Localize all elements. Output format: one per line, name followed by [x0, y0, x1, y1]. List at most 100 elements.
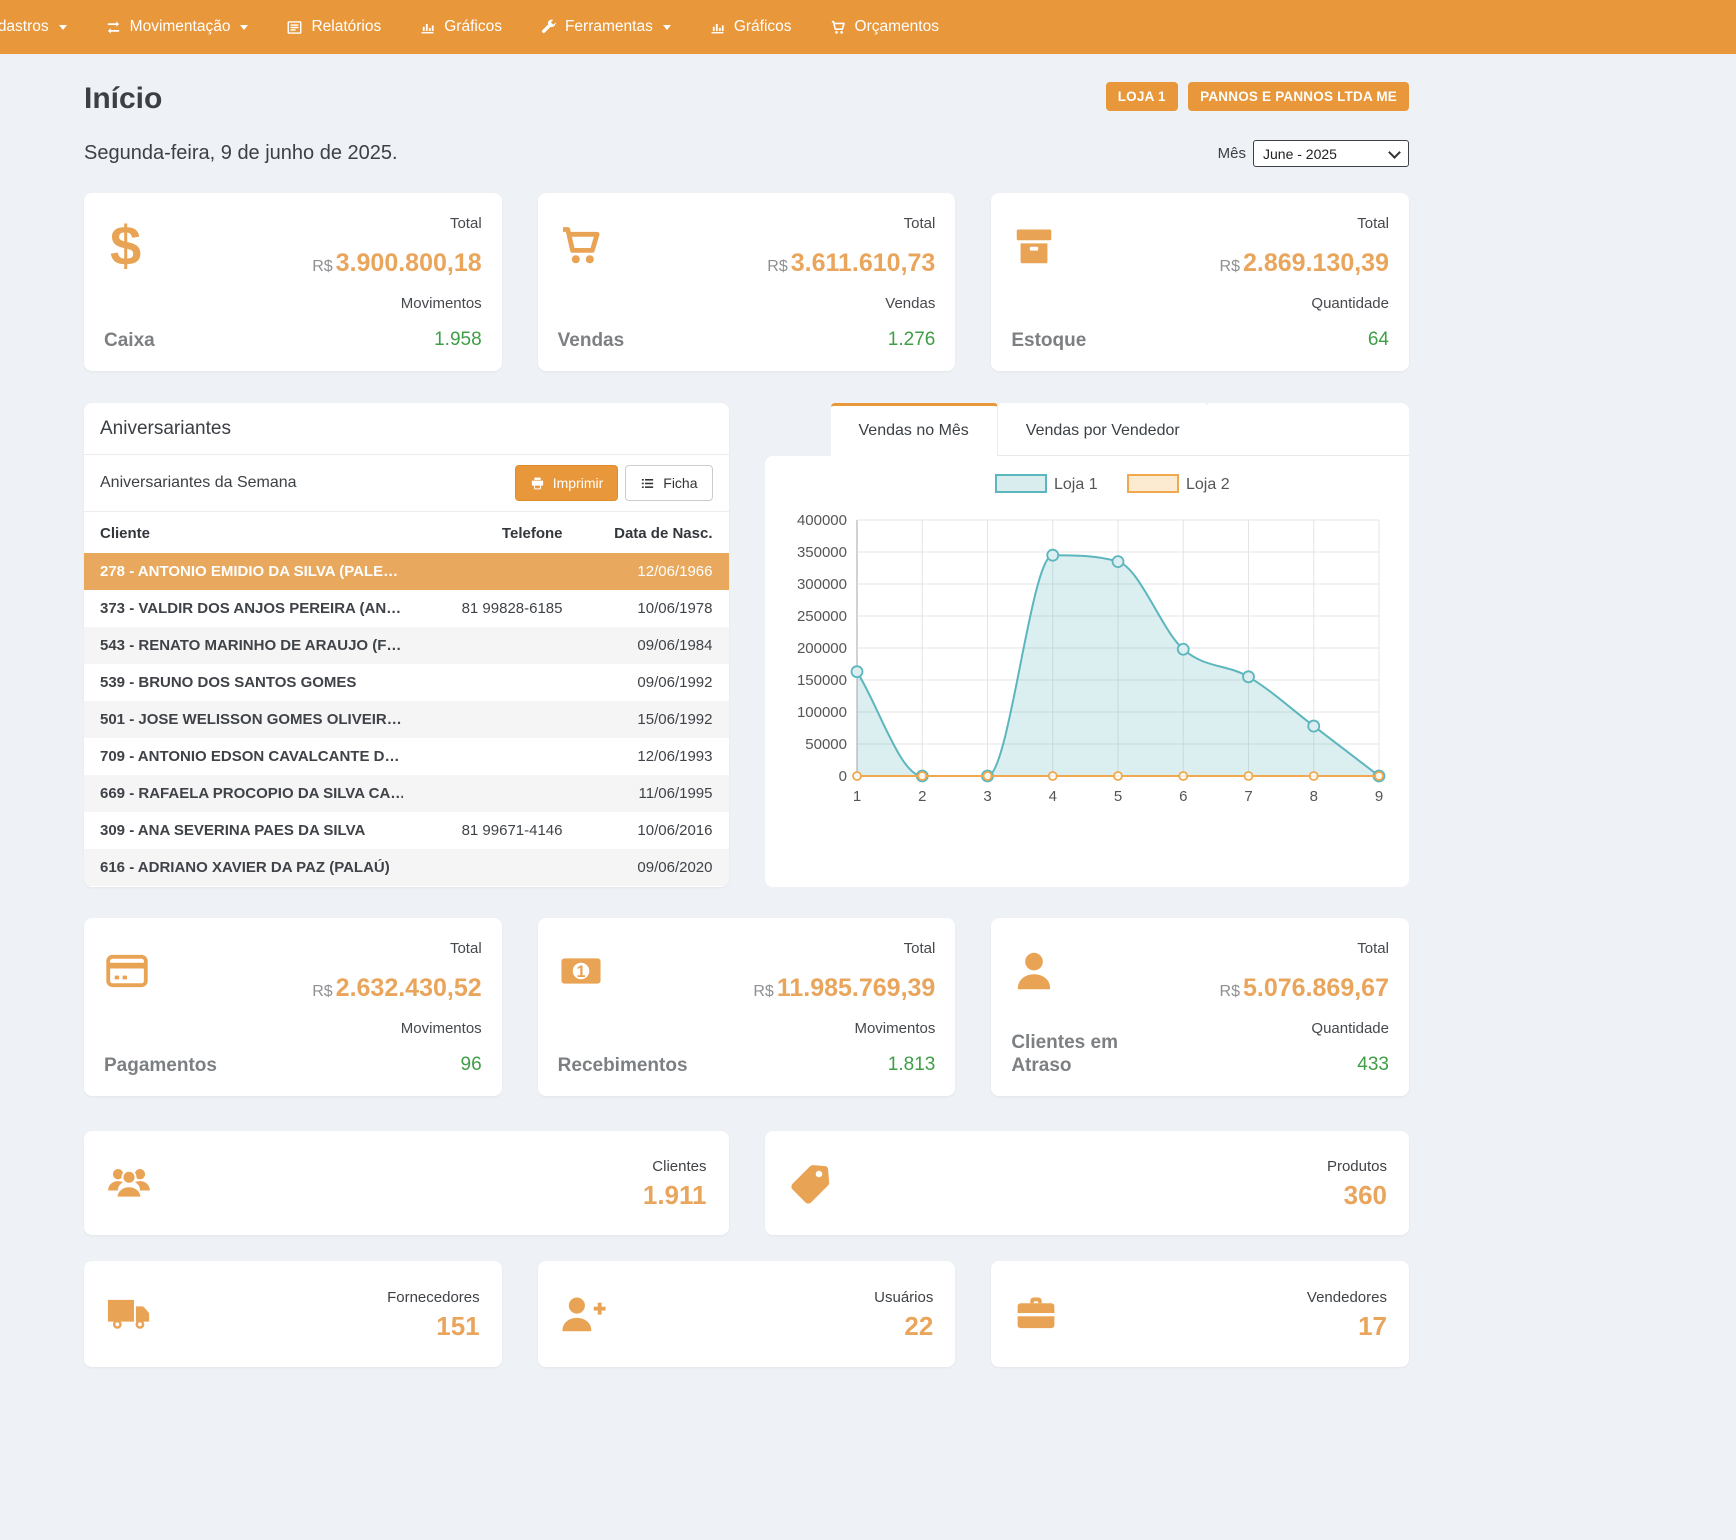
caret-down-icon: [240, 25, 248, 30]
cell-data-nasc: 11/06/1995: [563, 785, 713, 802]
briefcase-icon: [1013, 1291, 1059, 1337]
table-row[interactable]: 501 - JOSE WELISSON GOMES OLIVEIR…15/06/…: [84, 701, 729, 738]
table-row[interactable]: 543 - RENATO MARINHO DE ARAUJO (F…09/06/…: [84, 627, 729, 664]
fornecedores-label: Fornecedores: [387, 1289, 480, 1306]
usuarios-card: Usuários 22: [538, 1261, 956, 1367]
nav-item-relatorios[interactable]: Relatórios: [286, 18, 381, 36]
recebimentos-sub-value: 1.813: [753, 1054, 935, 1076]
clientes-atraso-sub-value: 433: [1220, 1054, 1389, 1076]
report-icon: [286, 19, 303, 36]
produtos-card: Produtos 360: [765, 1131, 1410, 1235]
nav-item-graficos[interactable]: Gráficos: [419, 18, 502, 36]
nav-item-label: Gráficos: [444, 18, 502, 36]
table-header: Cliente Telefone Data de Nasc.: [84, 512, 729, 553]
print-button[interactable]: Imprimir: [515, 465, 619, 501]
printer-icon: [530, 476, 545, 491]
col-cliente: Cliente: [100, 525, 403, 542]
nav-item-movimentacao[interactable]: Movimentação: [105, 18, 249, 36]
cell-cliente: 669 - RAFAELA PROCOPIO DA SILVA CA…: [100, 785, 403, 802]
svg-text:Loja 1: Loja 1: [1054, 476, 1098, 493]
cell-cliente: 616 - ADRIANO XAVIER DA PAZ (PALAÚ): [100, 859, 403, 876]
tab-vendas-por-vendedor[interactable]: Vendas por Vendedor: [998, 403, 1208, 456]
svg-text:350000: 350000: [796, 544, 846, 561]
top-navbar: Cadastros Movimentação Relatórios Gráficos F…: [0, 0, 1736, 54]
sales-chart-panel: Vendas no Mês Vendas por Vendedor 050000…: [765, 403, 1410, 887]
clientes-atraso-total-value: R$5.076.869,67: [1220, 974, 1389, 1003]
svg-text:4: 4: [1048, 788, 1056, 805]
table-row[interactable]: 373 - VALDIR DOS ANJOS PEREIRA (AN…81 99…: [84, 590, 729, 627]
clientes-card: Clientes 1.911: [84, 1131, 729, 1235]
svg-text:6: 6: [1179, 788, 1187, 805]
month-select[interactable]: June - 2025: [1253, 140, 1409, 167]
estoque-sub-label: Quantidade: [1220, 295, 1389, 312]
vendedores-value: 17: [1307, 1313, 1387, 1339]
exchange-icon: [105, 19, 122, 36]
vendas-card: Vendas Total R$3.611.610,73 Vendas 1.276: [538, 193, 956, 371]
archive-box-icon: [1011, 213, 1086, 279]
svg-text:150000: 150000: [796, 672, 846, 689]
cell-data-nasc: 15/06/1992: [563, 711, 713, 728]
produtos-value: 360: [1327, 1182, 1387, 1208]
caixa-label: Caixa: [104, 329, 155, 353]
chart-icon: [419, 19, 436, 36]
svg-text:3: 3: [983, 788, 991, 805]
nav-item-label: Movimentação: [130, 18, 231, 36]
cell-cliente: 309 - ANA SEVERINA PAES DA SILVA: [100, 822, 403, 839]
tab-vendas-no-mes[interactable]: Vendas no Mês: [831, 403, 998, 456]
table-row[interactable]: 709 - ANTONIO EDSON CAVALCANTE D… 12/06/1…: [84, 738, 729, 775]
company-button[interactable]: PANNOS E PANNOS LTDA ME: [1188, 82, 1409, 111]
pagamentos-sub-value: 96: [312, 1054, 481, 1076]
table-row[interactable]: 278 - ANTONIO EMIDIO DA SILVA (PALE…12/0…: [84, 553, 729, 590]
dollar-icon: $: [104, 213, 155, 279]
fornecedores-card: Fornecedores 151: [84, 1261, 502, 1367]
cell-data-nasc: 10/06/1978: [563, 600, 713, 617]
svg-text:1: 1: [852, 788, 860, 805]
clientes-atraso-sub-label: Quantidade: [1220, 1020, 1389, 1037]
svg-text:250000: 250000: [796, 608, 846, 625]
user-icon: [1011, 938, 1131, 1004]
svg-text:100000: 100000: [796, 704, 846, 721]
recebimentos-total-value: R$11.985.769,39: [753, 974, 935, 1003]
nav-item-orcamentos[interactable]: Orçamentos: [830, 18, 939, 36]
cell-data-nasc: 09/06/1992: [563, 674, 713, 691]
sales-line-chart: 0500001000001500002000002500003000003500…: [767, 460, 1410, 823]
caret-down-icon: [663, 25, 671, 30]
pagamentos-label: Pagamentos: [104, 1054, 217, 1078]
table-row[interactable]: 309 - ANA SEVERINA PAES DA SILVA81 99671…: [84, 812, 729, 849]
store-button[interactable]: LOJA 1: [1106, 82, 1178, 111]
clientes-atraso-label: Clientes em Atraso: [1011, 1031, 1131, 1079]
caret-down-icon: [59, 25, 67, 30]
estoque-label: Estoque: [1011, 329, 1086, 353]
table-row[interactable]: 616 - ADRIANO XAVIER DA PAZ (PALAÚ) 09/06…: [84, 849, 729, 886]
cell-data-nasc: 12/06/1993: [563, 748, 713, 765]
svg-text:400000: 400000: [796, 512, 846, 529]
svg-text:200000: 200000: [796, 640, 846, 657]
svg-text:5: 5: [1113, 788, 1121, 805]
fornecedores-value: 151: [387, 1313, 480, 1339]
svg-text:Loja 2: Loja 2: [1186, 476, 1230, 493]
table-row[interactable]: 669 - RAFAELA PROCOPIO DA SILVA CA… 11/06…: [84, 775, 729, 812]
caixa-card: $ Caixa Total R$3.900.800,18 Movimentos …: [84, 193, 502, 371]
clientes-atraso-total-label: Total: [1220, 940, 1389, 957]
ficha-button[interactable]: Ficha: [625, 465, 712, 501]
svg-text:2: 2: [918, 788, 926, 805]
nav-item-graficos-2[interactable]: Gráficos: [709, 18, 792, 36]
estoque-sub-value: 64: [1220, 329, 1389, 351]
birthdays-subtitle: Aniversariantes da Semana: [100, 474, 297, 492]
birthdays-title: Aniversariantes: [84, 403, 729, 454]
pagamentos-sub-label: Movimentos: [312, 1020, 481, 1037]
recebimentos-total-label: Total: [753, 940, 935, 957]
caixa-sub-value: 1.958: [312, 329, 481, 351]
cell-data-nasc: 09/06/2020: [563, 859, 713, 876]
svg-text:1: 1: [576, 963, 585, 981]
nav-item-cadastros[interactable]: Cadastros: [0, 18, 67, 36]
cell-cliente: 373 - VALDIR DOS ANJOS PEREIRA (AN…: [100, 600, 403, 617]
nav-item-label: Orçamentos: [855, 18, 939, 36]
cell-cliente: 709 - ANTONIO EDSON CAVALCANTE D…: [100, 748, 403, 765]
nav-item-ferramentas[interactable]: Ferramentas: [540, 18, 671, 36]
wrench-icon: [540, 19, 557, 36]
svg-text:0: 0: [838, 768, 846, 785]
table-row[interactable]: 539 - BRUNO DOS SANTOS GOMES09/06/1992: [84, 664, 729, 701]
cell-telefone: 81 99671-4146: [403, 822, 563, 839]
cart-icon: [830, 19, 847, 36]
